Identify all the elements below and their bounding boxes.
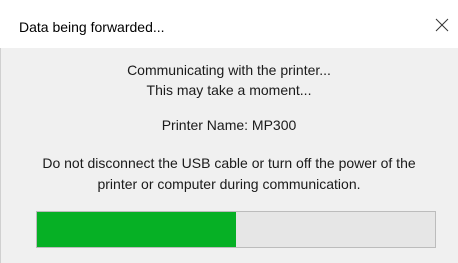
close-icon [435, 18, 449, 32]
warning-line-2: printer or computer during communication… [97, 176, 361, 192]
close-button[interactable] [426, 10, 458, 40]
title-bar[interactable]: Data being forwarded... [0, 0, 458, 48]
progress-fill [37, 212, 236, 247]
status-line-1: Communicating with the printer... [127, 62, 331, 78]
status-line-2: This may take a moment... [146, 82, 312, 98]
window-title: Data being forwarded... [19, 19, 165, 35]
printer-name: Printer Name: MP300 [161, 117, 297, 133]
warning-line-1: Do not disconnect the USB cable or turn … [42, 155, 416, 171]
dialog-window: Data being forwarded... Communicating wi… [0, 0, 458, 263]
progress-bar [36, 211, 436, 248]
